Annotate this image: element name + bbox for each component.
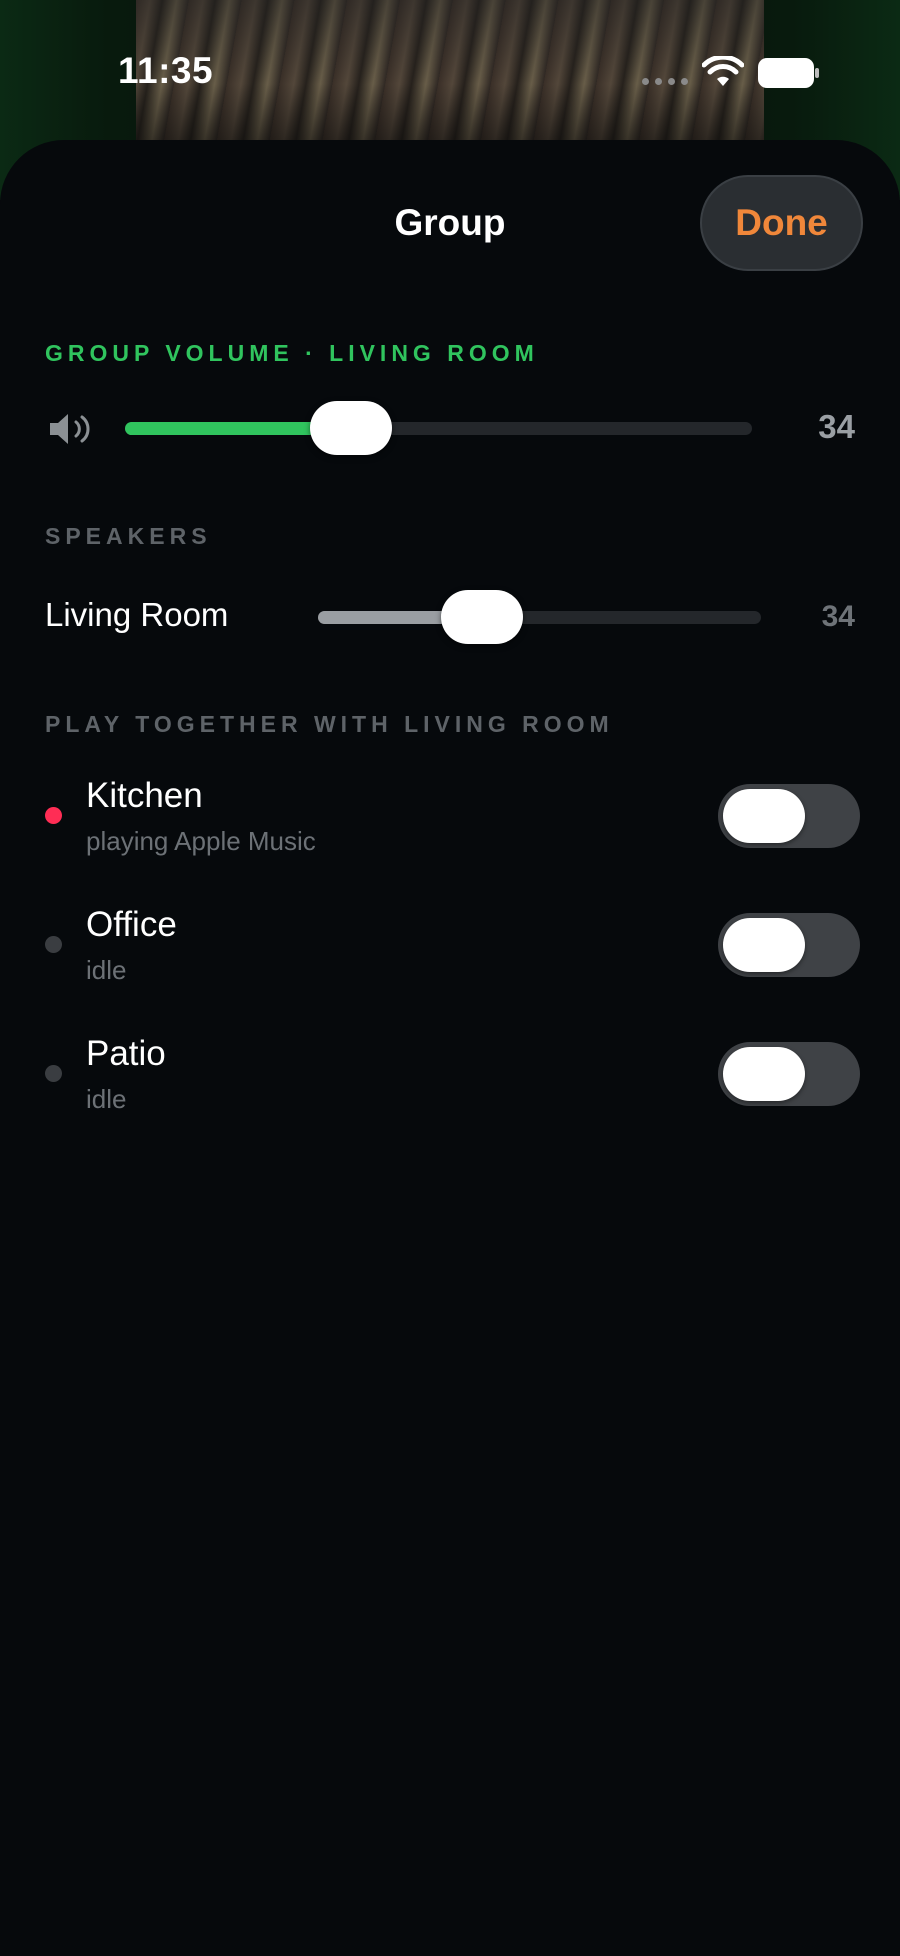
toggle-kitchen[interactable] [718,784,860,848]
group-volume-label: GROUP VOLUME · LIVING ROOM [45,340,539,366]
toggle-knob [723,1047,805,1101]
speaker-living-room-value: 34 [821,600,855,633]
group-volume-slider[interactable] [125,400,752,456]
status-dot [45,1065,62,1082]
group-volume-thumb[interactable] [310,401,393,455]
screen: 11:35 Group Done GROUP VOLUME · LIVING R… [0,0,900,1956]
speaker-volume-icon [50,414,90,444]
device-status: idle [86,955,127,985]
toggle-office[interactable] [718,913,860,977]
device-row-patio: Patio idle [0,1034,900,1144]
toggle-patio[interactable] [718,1042,860,1106]
status-dot [45,807,62,824]
play-together-label: PLAY TOGETHER WITH LIVING ROOM [45,711,614,737]
speakers-label: SPEAKERS [45,523,212,549]
speaker-living-room-slider[interactable] [318,589,761,645]
device-name: Patio [86,1034,166,1073]
status-dot [45,936,62,953]
speaker-living-room-thumb[interactable] [440,590,523,644]
device-name: Kitchen [86,776,203,815]
device-name: Office [86,905,177,944]
device-row-kitchen: Kitchen playing Apple Music [0,776,900,886]
cellular-dots-icon [642,78,688,85]
done-button[interactable]: Done [700,175,863,271]
device-status: idle [86,1084,127,1114]
device-row-office: Office idle [0,905,900,1015]
wifi-icon [702,56,744,86]
toggle-knob [723,918,805,972]
battery-icon [758,58,819,88]
status-bar: 11:35 [0,0,900,140]
status-time: 11:35 [118,50,214,91]
device-status: playing Apple Music [86,826,316,856]
toggle-knob [723,789,805,843]
group-volume-value: 34 [818,408,855,445]
speaker-living-room-label: Living Room [45,596,229,633]
